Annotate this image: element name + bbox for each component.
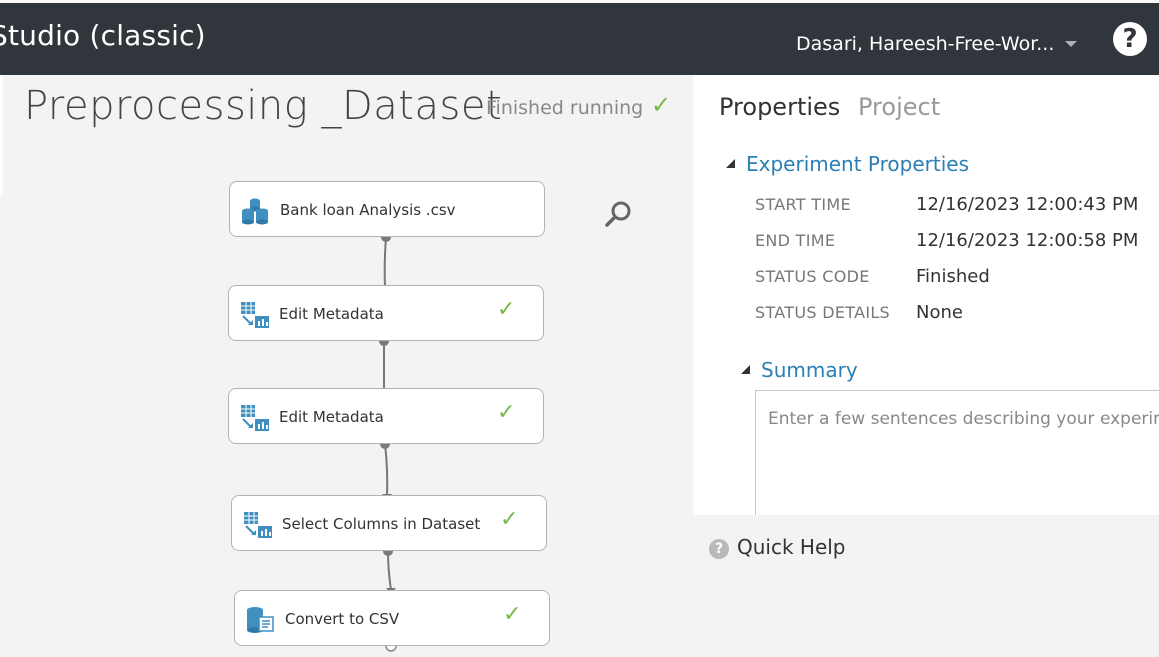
experiment-properties-heading[interactable]: Experiment Properties bbox=[746, 152, 969, 176]
module-label: Edit Metadata bbox=[279, 408, 384, 426]
experiment-canvas[interactable]: Preprocessing _Dataset Finished running … bbox=[0, 75, 693, 657]
table-transform-icon bbox=[241, 405, 269, 431]
top-bar: Studio (classic) Dasari, Hareesh-Free-Wo… bbox=[0, 0, 1159, 75]
help-icon[interactable]: ? bbox=[1113, 22, 1147, 56]
module-node[interactable]: Select Columns in Dataset ✓ bbox=[231, 495, 547, 551]
module-finished-check-icon: ✓ bbox=[503, 602, 522, 627]
summary-placeholder: Enter a few sentences describing your ex… bbox=[768, 409, 1159, 429]
database-convert-icon bbox=[247, 607, 274, 633]
status-code-label: STATUS CODE bbox=[755, 267, 870, 286]
start-time-value: 12/16/2023 12:00:43 PM bbox=[916, 194, 1139, 215]
status-details-label: STATUS DETAILS bbox=[755, 303, 891, 322]
dataset-icon bbox=[242, 198, 268, 225]
status-code-value: Finished bbox=[916, 266, 990, 287]
start-time-label: START TIME bbox=[755, 195, 851, 214]
properties-panel: Properties Project Experiment Properties… bbox=[693, 75, 1159, 520]
end-time-label: END TIME bbox=[755, 231, 836, 250]
module-node[interactable]: Convert to CSV ✓ bbox=[234, 590, 550, 646]
module-node[interactable]: Edit Metadata ✓ bbox=[228, 285, 544, 341]
quick-help-label[interactable]: Quick Help bbox=[737, 535, 846, 559]
table-transform-icon bbox=[244, 512, 272, 538]
table-transform-icon bbox=[241, 302, 269, 328]
help-circle-icon: ? bbox=[709, 539, 729, 559]
module-label: Bank loan Analysis .csv bbox=[280, 201, 456, 219]
chevron-down-icon[interactable] bbox=[1065, 41, 1077, 47]
status-details-value: None bbox=[916, 302, 963, 323]
module-label: Convert to CSV bbox=[285, 610, 400, 628]
tab-properties[interactable]: Properties bbox=[719, 93, 840, 121]
user-account-menu[interactable]: Dasari, Hareesh-Free-Wor... bbox=[796, 33, 1054, 55]
end-time-value: 12/16/2023 12:00:58 PM bbox=[916, 230, 1139, 251]
collapse-triangle-icon[interactable] bbox=[741, 365, 750, 374]
module-connectors bbox=[379, 232, 397, 652]
module-finished-check-icon: ✓ bbox=[497, 400, 516, 425]
collapse-triangle-icon[interactable] bbox=[726, 159, 735, 168]
quick-help-panel: ? Quick Help bbox=[693, 515, 1159, 657]
summary-heading[interactable]: Summary bbox=[761, 358, 858, 382]
module-finished-check-icon: ✓ bbox=[500, 507, 519, 532]
module-finished-check-icon: ✓ bbox=[497, 297, 516, 322]
module-node[interactable]: Edit Metadata ✓ bbox=[228, 388, 544, 444]
module-label: Edit Metadata bbox=[279, 305, 384, 323]
app-title: Studio (classic) bbox=[0, 19, 206, 52]
module-node[interactable]: Bank loan Analysis .csv bbox=[229, 181, 545, 237]
summary-textarea[interactable]: Enter a few sentences describing your ex… bbox=[755, 390, 1159, 520]
module-label: Select Columns in Dataset bbox=[282, 515, 481, 533]
tab-project[interactable]: Project bbox=[858, 93, 940, 121]
